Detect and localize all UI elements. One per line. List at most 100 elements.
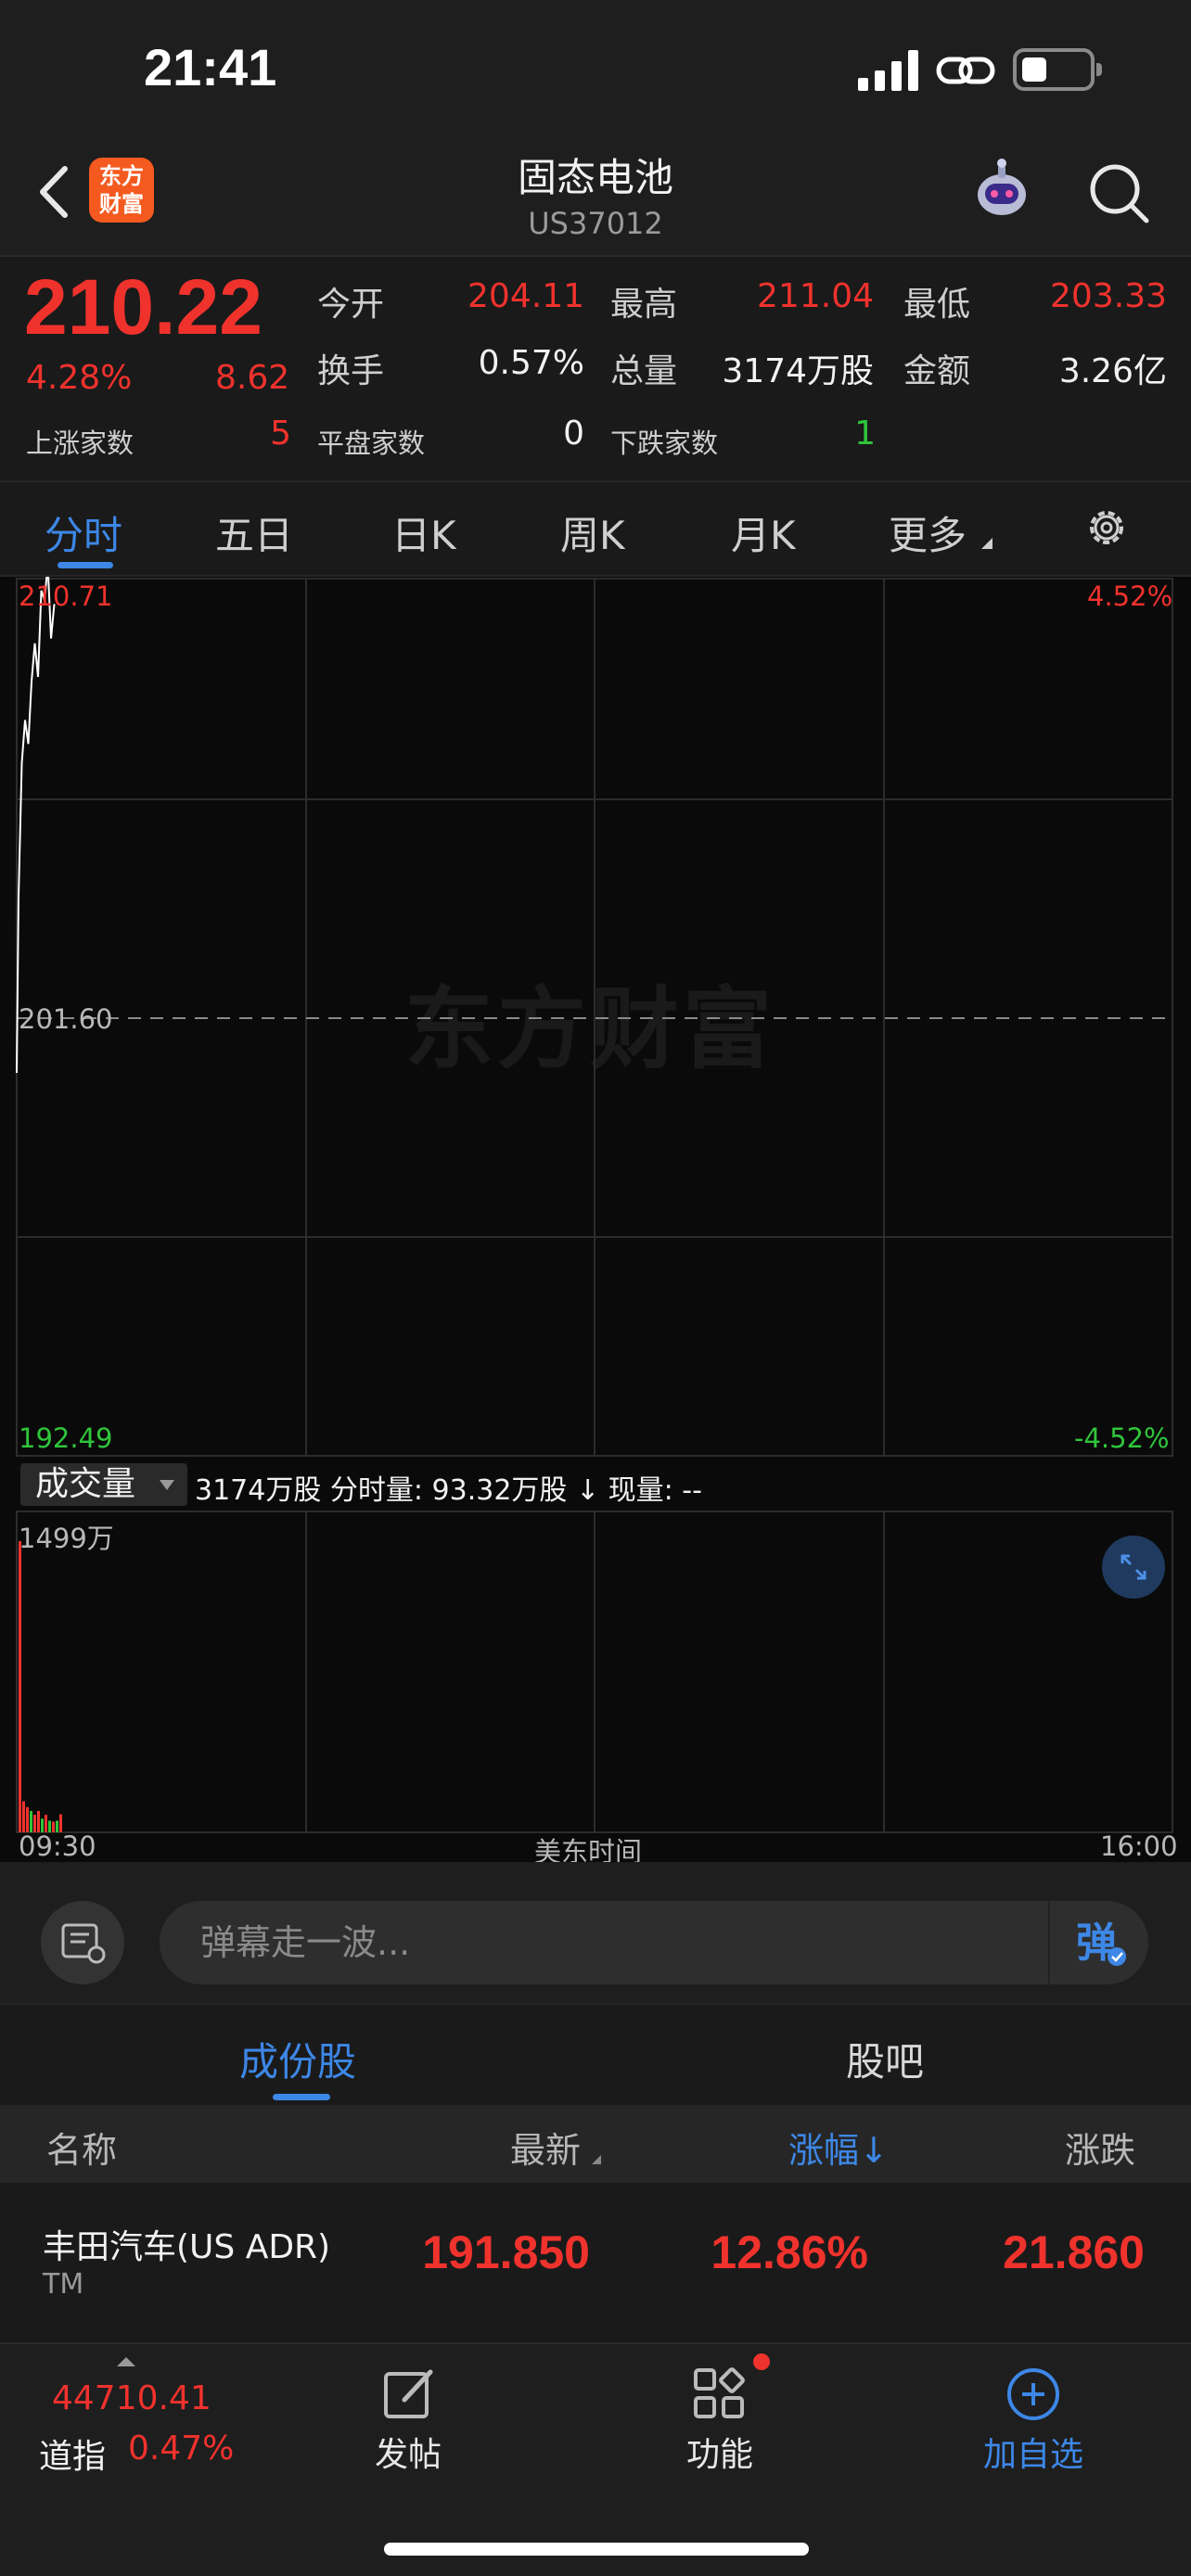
low-value: 203.33 (1050, 277, 1167, 315)
link-icon (936, 57, 995, 84)
index-value: 44710.41 (52, 2379, 211, 2417)
danmu-input[interactable]: 弹幕走一波... (160, 1901, 1148, 1984)
column-header-name[interactable]: 名称 (46, 2122, 117, 2173)
stock-change: 21.860 (1003, 2226, 1145, 2278)
danmu-toggle-button[interactable]: 弹 (1048, 1901, 1148, 1984)
tab-daily-k[interactable]: 日K (391, 504, 456, 561)
status-bar: 21:41 (0, 0, 1191, 139)
tab-five-day[interactable]: 五日 (215, 504, 293, 561)
chevron-down-icon (160, 1480, 174, 1490)
up-count-label: 上涨家数 (26, 427, 134, 459)
search-icon[interactable] (1087, 161, 1152, 226)
table-row[interactable]: 丰田汽车(US ADR) TM 191.850 12.86% 21.860 (0, 2183, 1191, 2342)
up-count-value: 5 (270, 414, 291, 453)
price-line-series (16, 577, 56, 1074)
amount-value: 3.26亿 (1058, 352, 1167, 390)
low-label: 最低 (903, 286, 971, 324)
expand-icon (1121, 1554, 1146, 1580)
nav-item-functions-label: 功能 (685, 2436, 753, 2474)
volume-label: 总量 (610, 352, 678, 390)
index-change-pct: 0.47% (128, 2429, 235, 2468)
status-time: 21:41 (144, 38, 277, 96)
down-count-value: 1 (854, 414, 876, 453)
tab-intraday[interactable]: 分时 (45, 504, 122, 561)
home-indicator (384, 2543, 809, 2556)
y-mid-label: 201.60 (19, 1003, 113, 1035)
volume-indicator-selector[interactable]: 成交量 (20, 1463, 187, 1506)
volume-bar (19, 1541, 21, 1832)
high-value: 211.04 (757, 277, 874, 315)
gear-icon[interactable] (1083, 504, 1130, 551)
turnover-label: 换手 (317, 352, 385, 390)
volume-grid (16, 1511, 1173, 1833)
change-value: 8.62 (215, 359, 290, 397)
intraday-chart[interactable] (0, 577, 1191, 1862)
danmu-bar: 弹幕走一波... 弹 (0, 1862, 1191, 2003)
volume-bar (37, 1810, 40, 1832)
open-label: 今开 (317, 286, 385, 324)
index-expand-icon (117, 2357, 135, 2366)
volume-bar (30, 1810, 32, 1832)
danmu-settings-icon (61, 1923, 106, 1964)
chart-tabs: 分时 五日 日K 周K 月K 更多 (0, 480, 1191, 577)
time-start-label: 09:30 (19, 1830, 96, 1862)
volume-bars (19, 1541, 62, 1832)
current-price: 210.22 (24, 263, 263, 351)
danmu-settings-button[interactable] (41, 1901, 124, 1984)
notification-badge (753, 2353, 770, 2370)
column-header-change-pct[interactable]: 涨幅↓ (788, 2122, 889, 2173)
tab-forum[interactable]: 股吧 (846, 2031, 924, 2087)
volume-info: 3174万股 分时量: 93.32万股 ↓ 现量: -- (195, 1474, 702, 1507)
tab-weekly-k[interactable]: 周K (560, 504, 625, 561)
volume-value: 3174万股 (722, 352, 874, 390)
time-end-label: 16:00 (1100, 1830, 1178, 1862)
sub-tab-active-indicator (273, 2094, 330, 2100)
flat-count-value: 0 (563, 414, 584, 453)
stock-change-pct: 12.86% (711, 2226, 868, 2278)
more-dropdown-icon (981, 538, 992, 549)
expand-chart-button[interactable] (1102, 1536, 1165, 1599)
sub-tabs: 成份股 股吧 (0, 2003, 1191, 2105)
pct-max-label: 4.52% (1087, 580, 1173, 612)
open-value: 204.11 (467, 277, 584, 315)
edit-icon (384, 2369, 433, 2418)
index-name: 道指 (39, 2438, 107, 2476)
add-circle-icon (1007, 2368, 1059, 2420)
tab-active-indicator (58, 562, 113, 568)
bottom-nav: 44710.41 道指 0.47% 发帖 功能 加自选 (0, 2342, 1191, 2576)
robot-assistant-icon[interactable] (965, 154, 1039, 228)
nav-item-post-label: 发帖 (374, 2436, 442, 2474)
sort-icon (592, 2155, 601, 2164)
stock-name: 丰田汽车(US ADR) (43, 2228, 331, 2266)
column-header-change[interactable]: 涨跌 (1065, 2122, 1135, 2173)
tab-constituents[interactable]: 成份股 (239, 2031, 356, 2087)
y-max-label: 210.71 (19, 580, 113, 612)
danmu-toggle-icon: 弹 (1076, 1919, 1126, 1967)
stock-latest: 191.850 (422, 2226, 590, 2278)
tab-monthly-k[interactable]: 月K (731, 504, 796, 561)
tab-more[interactable]: 更多 (889, 504, 967, 561)
volume-bar (22, 1801, 25, 1832)
signal-icon (858, 50, 919, 91)
pct-min-label: -4.52% (1074, 1422, 1170, 1454)
table-header: 名称 最新 涨幅↓ 涨跌 (0, 2105, 1191, 2183)
column-header-latest[interactable]: 最新 (510, 2122, 581, 2173)
amount-label: 金额 (903, 352, 971, 390)
grid-icon (694, 2367, 745, 2418)
y-min-label: 192.49 (19, 1422, 113, 1454)
flat-count-label: 平盘家数 (317, 427, 426, 459)
turnover-value: 0.57% (478, 344, 584, 382)
volume-selector-label: 成交量 (35, 1465, 136, 1503)
stock-code: TM (43, 2268, 84, 2301)
high-label: 最高 (610, 286, 678, 324)
down-count-label: 下跌家数 (610, 427, 719, 459)
price-line (16, 577, 56, 1074)
volume-bar (26, 1806, 29, 1832)
chart-area: 东方财富 210.71 201.60 192.49 4.52% -4.52% 成… (0, 577, 1191, 1868)
nav-item-add-watchlist-label: 加自选 (982, 2436, 1083, 2474)
quote-panel: 210.22 4.28% 8.62 今开 204.11 最高 211.04 最低… (0, 255, 1191, 480)
volume-max-label: 1499万 (19, 1523, 114, 1554)
nav-bar: 东方 财富 固态电池 US37012 (0, 139, 1191, 255)
battery-icon (1013, 48, 1102, 91)
change-percent: 4.28% (26, 359, 133, 397)
